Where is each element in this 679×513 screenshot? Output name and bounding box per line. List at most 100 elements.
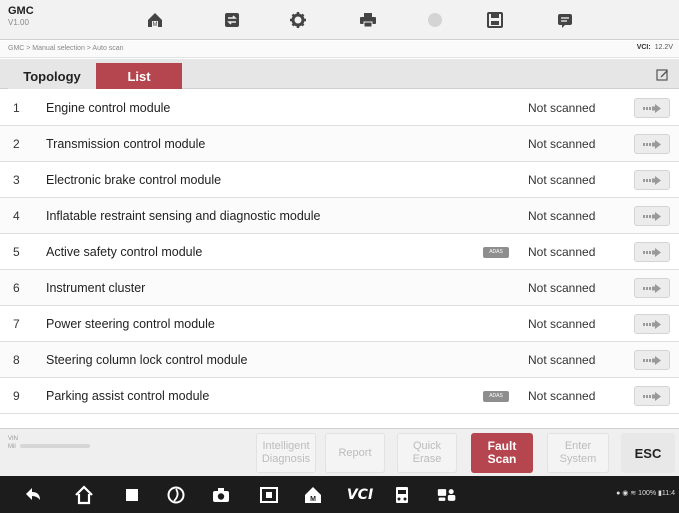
module-list: 1 Engine control module Not scanned 2 Transm… — [0, 90, 679, 414]
module-row[interactable]: 9 Parking assist control module ADAS Not sc… — [0, 378, 679, 414]
arrow-right-icon — [643, 283, 661, 293]
quick-erase-button[interactable]: Quick Erase — [397, 433, 457, 473]
arrow-right-icon — [643, 139, 661, 149]
breadcrumb: GMC > Manual selection > Auto scan — [8, 45, 124, 52]
remote-desk-icon[interactable] — [434, 484, 460, 506]
arrow-right-icon — [643, 355, 661, 365]
esc-button[interactable]: ESC — [621, 433, 675, 473]
software-version: V1.00 — [8, 18, 29, 27]
enter-system-label-1: Enter — [564, 440, 592, 452]
tab-topology[interactable]: Topology — [8, 63, 96, 89]
service-icon[interactable] — [391, 484, 413, 506]
back-icon[interactable] — [22, 484, 44, 506]
open-module-button[interactable] — [634, 278, 670, 298]
home-nav-icon[interactable] — [73, 484, 95, 506]
edit-icon[interactable] — [656, 68, 669, 81]
module-row[interactable]: 6 Instrument cluster Not scanned — [0, 270, 679, 306]
adas-badge: ADAS — [483, 391, 509, 402]
intelligent-diagnosis-label-1: Intelligent — [262, 440, 310, 452]
scan-status: Not scanned — [528, 137, 596, 151]
tab-list[interactable]: List — [96, 63, 182, 89]
vci-status: VCI: 12.2V — [637, 44, 673, 51]
settings-icon[interactable] — [287, 10, 309, 30]
open-module-button[interactable] — [634, 242, 670, 262]
vci-manager-icon[interactable]: VCI — [343, 484, 377, 506]
module-row[interactable]: 3 Electronic brake control module Not scan… — [0, 162, 679, 198]
module-name: Instrument cluster — [46, 281, 146, 295]
save-icon[interactable] — [484, 10, 506, 30]
open-module-button[interactable] — [634, 98, 670, 118]
print-icon[interactable] — [357, 10, 379, 30]
action-bar: VIN Mil Intelligent Diagnosis Report Quic… — [0, 428, 679, 476]
arrow-right-icon — [643, 211, 661, 221]
intelligent-diagnosis-button[interactable]: Intelligent Diagnosis — [256, 433, 316, 473]
module-row[interactable]: 5 Active safety control module ADAS Not sca… — [0, 234, 679, 270]
adas-badge: ADAS — [483, 247, 509, 258]
quick-erase-label-2: Erase — [412, 453, 442, 465]
arrow-right-icon — [643, 391, 661, 401]
module-name: Engine control module — [46, 101, 171, 115]
module-number: 1 — [13, 101, 20, 115]
camera-icon[interactable] — [210, 484, 232, 506]
home-icon[interactable]: M — [144, 10, 166, 30]
battery-voltage: 12.2V — [654, 44, 673, 51]
scan-status: Not scanned — [528, 281, 596, 295]
vin-label: VIN — [8, 436, 19, 442]
open-module-button[interactable] — [634, 170, 670, 190]
svg-text:M: M — [310, 496, 316, 503]
scan-status: Not scanned — [528, 209, 596, 223]
recent-apps-icon[interactable] — [121, 484, 143, 506]
scan-status: Not scanned — [528, 173, 596, 187]
system-nav-bar: M VCI ● ◉ ≋ 100% ▮11:4 — [0, 476, 679, 513]
maxisys-home-icon[interactable]: M — [302, 484, 324, 506]
redacted-value — [19, 444, 90, 449]
open-module-button[interactable] — [634, 134, 670, 154]
vci-label: VCI: — [636, 44, 651, 51]
vehicle-swap-icon[interactable] — [221, 10, 243, 30]
arrow-right-icon — [643, 175, 661, 185]
module-number: 3 — [13, 173, 20, 187]
browser-icon[interactable] — [165, 484, 187, 506]
tab-bar: Topology List — [0, 59, 679, 89]
module-name: Steering column lock control module — [46, 353, 248, 367]
fault-scan-label-2: Scan — [487, 452, 517, 466]
module-row[interactable]: 7 Power steering control module Not scanne… — [0, 306, 679, 342]
scan-status: Not scanned — [528, 353, 596, 367]
clock: 11:4 — [661, 490, 675, 497]
module-row[interactable]: 4 Inflatable restraint sensing and diagno… — [0, 198, 679, 234]
screen-record-icon[interactable] — [258, 484, 280, 506]
module-row[interactable]: 8 Steering column lock control module Not … — [0, 342, 679, 378]
data-logging-icon[interactable] — [554, 10, 576, 30]
scan-status: Not scanned — [528, 245, 596, 259]
battery-level: 100% — [638, 490, 657, 497]
open-module-button[interactable] — [634, 206, 670, 226]
scan-status: Not scanned — [528, 101, 596, 115]
scan-status: Not scanned — [528, 317, 596, 331]
open-module-button[interactable] — [634, 314, 670, 334]
module-row[interactable]: 2 Transmission control module Not scanned — [0, 126, 679, 162]
enter-system-button[interactable]: Enter System — [547, 433, 609, 473]
module-name: Inflatable restraint sensing and diagnos… — [46, 209, 321, 223]
brand-name: GMC — [8, 5, 34, 17]
module-number: 2 — [13, 137, 20, 151]
enter-system-label-2: System — [559, 453, 597, 465]
module-name: Active safety control module — [46, 245, 203, 259]
module-row[interactable]: 1 Engine control module Not scanned — [0, 90, 679, 126]
module-name: Parking assist control module — [46, 389, 210, 403]
mileage-label: Mil — [8, 444, 16, 450]
module-number: 6 — [13, 281, 20, 295]
breadcrumb-bar: GMC > Manual selection > Auto scan VCI: 1… — [0, 41, 679, 58]
module-number: 7 — [13, 317, 20, 331]
notification-icon: ◉ — [622, 490, 629, 497]
arrow-right-icon — [643, 319, 661, 329]
module-number: 8 — [13, 353, 20, 367]
scan-status: Not scanned — [528, 389, 596, 403]
arrow-right-icon — [643, 103, 661, 113]
fault-scan-button[interactable]: Fault Scan — [471, 433, 533, 473]
module-number: 5 — [13, 245, 20, 259]
open-module-button[interactable] — [634, 350, 670, 370]
report-button[interactable]: Report — [325, 433, 385, 473]
vci-manager-label: VCI — [346, 487, 374, 503]
open-module-button[interactable] — [634, 386, 670, 406]
module-name: Transmission control module — [46, 137, 206, 151]
